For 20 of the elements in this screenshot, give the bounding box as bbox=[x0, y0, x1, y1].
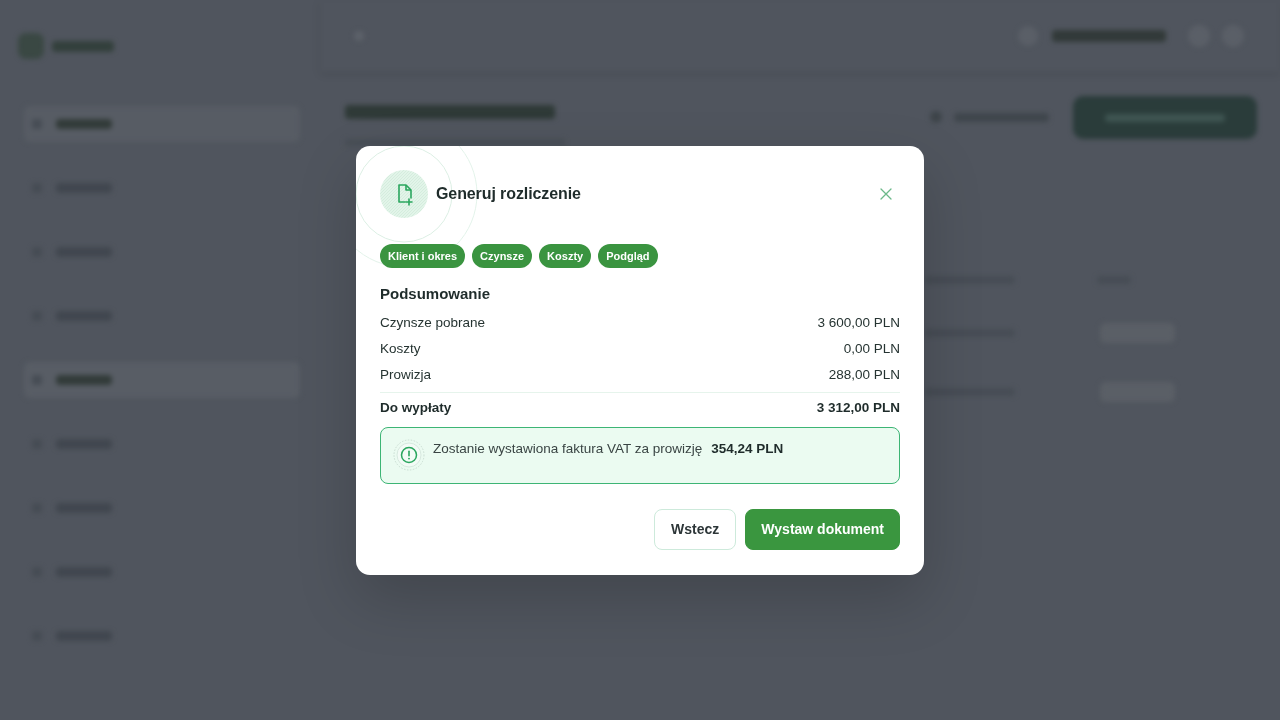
exclamation-circle-icon bbox=[393, 438, 425, 471]
summary-label: Prowizja bbox=[380, 365, 431, 384]
step-chip: Czynsze bbox=[472, 243, 533, 268]
section-heading: Podsumowanie bbox=[380, 283, 492, 304]
close-icon bbox=[880, 187, 892, 200]
summary-amount: 0,00 PLN bbox=[843, 339, 900, 358]
step-chip: Klient i okres bbox=[380, 243, 466, 268]
dialog-title: Generuj rozliczenie bbox=[436, 184, 581, 203]
file-plus-icon bbox=[380, 169, 428, 218]
summary-label: Koszty bbox=[380, 339, 421, 358]
notice-text: Zostanie wystawiona faktura VAT za prowizję 354,24 PLN bbox=[433, 439, 784, 458]
back-button[interactable]: Wstecz bbox=[654, 508, 737, 550]
step-chip: Koszty bbox=[539, 243, 592, 268]
total-amount: 3 312,00 PLN bbox=[816, 398, 900, 417]
summary-amount: 3 600,00 PLN bbox=[817, 313, 900, 332]
submit-button[interactable]: Wystaw dokument bbox=[745, 508, 900, 550]
summary-label: Czynsze pobrane bbox=[380, 313, 486, 332]
total-label: Do wypłaty bbox=[380, 398, 452, 417]
step-chip: Podgląd bbox=[598, 243, 658, 268]
summary-amount: 288,00 PLN bbox=[828, 365, 900, 384]
